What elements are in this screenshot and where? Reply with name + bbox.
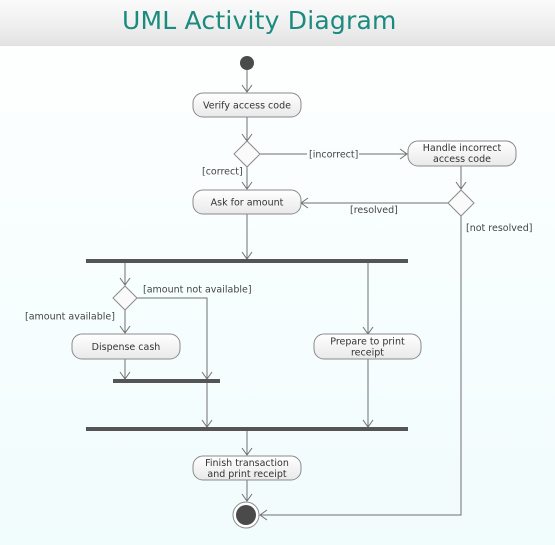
action-label: and print receipt <box>207 469 287 480</box>
fork-bar <box>86 259 408 263</box>
guard-resolved: [resolved] <box>350 205 398 216</box>
join-bar-main <box>86 427 408 431</box>
guard-amount-available: [amount available] <box>25 312 115 323</box>
action-verify-access-code: Verify access code <box>192 92 302 118</box>
initial-node <box>240 56 254 70</box>
action-ask-for-amount: Ask for amount <box>192 189 302 215</box>
guard-not-resolved: [not resolved] <box>466 223 532 234</box>
guard-amount-not-available: [amount not available] <box>143 285 252 296</box>
action-finish-transaction: Finish transaction and print receipt <box>192 455 302 481</box>
action-handle-incorrect-access-code: Handle incorrect access code <box>407 140 517 167</box>
action-prepare-to-print-receipt: Prepare to print receipt <box>313 333 422 360</box>
decision-access-code <box>233 140 261 168</box>
action-label: Ask for amount <box>211 198 284 209</box>
action-dispense-cash: Dispense cash <box>71 333 181 360</box>
action-label: receipt <box>351 348 384 359</box>
action-label: access code <box>433 154 491 165</box>
guard-correct: [correct] <box>202 167 243 178</box>
final-node <box>232 501 260 529</box>
decision-amount-available <box>112 285 138 311</box>
action-label: Dispense cash <box>92 342 161 353</box>
action-label: Finish transaction <box>205 458 289 469</box>
join-bar-cash <box>113 379 220 383</box>
action-label: Verify access code <box>203 101 291 112</box>
action-label: Handle incorrect <box>423 143 502 154</box>
action-label: Prepare to print <box>330 337 405 348</box>
activity-diagram: Verify access code Handle incorrect acce… <box>25 56 532 529</box>
decision-resolved <box>447 189 475 217</box>
guard-incorrect: [incorrect] <box>309 150 358 161</box>
